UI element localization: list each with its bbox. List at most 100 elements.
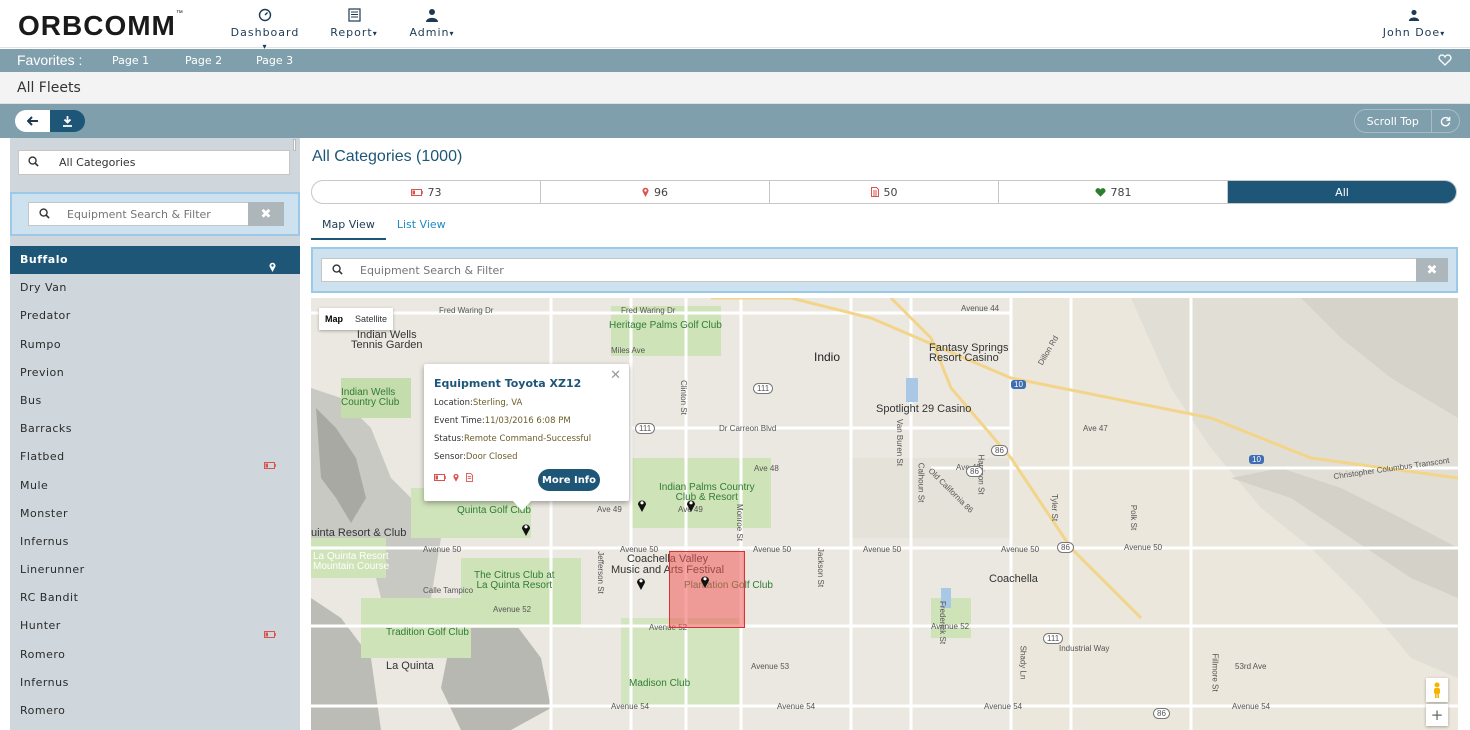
tab-location-alerts[interactable]: 96	[541, 181, 770, 203]
map-label: Avenue 50	[1124, 543, 1163, 552]
sidebar-resize-handle[interactable]	[293, 139, 296, 151]
sidebar-item-label: Predator	[20, 309, 71, 323]
view-tabs: Map View List View	[311, 214, 457, 240]
popup-status-value: Remote Command-Successful	[463, 434, 592, 444]
sidebar-item-linerunner[interactable]: Linerunner	[10, 556, 300, 584]
tab-map-view[interactable]: Map View	[311, 214, 386, 240]
equipment-marker-icon[interactable]	[637, 498, 647, 512]
heart-outline-icon[interactable]	[1438, 53, 1452, 67]
geofence-highlight[interactable]	[669, 551, 745, 628]
logo-text: ORBCOMM	[18, 10, 176, 41]
sidebar-item-label: Dry Van	[20, 281, 67, 295]
chevron-down-icon: ▾	[1440, 29, 1446, 38]
map-label: Avenue 44	[961, 304, 1000, 313]
map-equipment-search-input[interactable]	[360, 262, 960, 278]
more-info-button[interactable]: More Info	[538, 469, 600, 491]
sidebar-item-dry-van[interactable]: Dry Van	[10, 274, 300, 302]
popup-status-label: Status:	[434, 434, 464, 444]
map-marker-icon	[642, 187, 649, 197]
equipment-marker-icon[interactable]	[521, 522, 531, 536]
equipment-marker-icon[interactable]	[636, 576, 646, 590]
sidebar-clear-filter-button[interactable]: ✖	[248, 202, 284, 226]
sidebar-item-barracks[interactable]: Barracks	[10, 415, 300, 443]
favorite-page-2[interactable]: Page 2	[185, 54, 222, 67]
tab-document-alerts[interactable]: 50	[770, 181, 999, 203]
map-label: Van Buren St	[895, 419, 904, 466]
tab-healthy[interactable]: 781	[999, 181, 1228, 203]
nav-report[interactable]: Report▾	[330, 6, 378, 39]
admin-user-icon	[426, 9, 438, 22]
tab-list-view[interactable]: List View	[386, 214, 457, 240]
fleet-map[interactable]: Fred Waring Dr Fred Waring Dr Heritage P…	[311, 298, 1458, 730]
back-button[interactable]	[15, 110, 50, 132]
sidebar-equipment-search-input[interactable]	[67, 206, 247, 222]
map-label: Avenue 53	[751, 662, 790, 671]
user-avatar-icon	[1408, 9, 1420, 21]
favorite-page-1[interactable]: Page 1	[112, 54, 149, 67]
sidebar-item-romero[interactable]: Romero	[10, 641, 300, 669]
toolbar-left-group	[15, 110, 85, 132]
sidebar-item-flatbed[interactable]: Flatbed	[10, 443, 300, 471]
favorite-page-3[interactable]: Page 3	[256, 54, 293, 67]
map-label: Avenue 54	[611, 702, 650, 711]
equipment-marker-icon[interactable]	[700, 574, 710, 588]
map-label: Monroe St	[734, 504, 744, 541]
dashboard-gauge-icon	[258, 8, 272, 22]
status-filter-tabs: 73 96 50 781 All	[311, 180, 1457, 204]
report-document-icon	[347, 8, 361, 22]
sidebar-item-infernus[interactable]: Infernus	[10, 669, 300, 697]
download-button[interactable]	[50, 110, 85, 132]
map-label: Indian Palms Country Club & Resort	[659, 482, 755, 503]
map-label: Industrial Way	[1059, 644, 1110, 653]
nav-admin[interactable]: Admin▾	[408, 6, 456, 39]
close-icon[interactable]: ✕	[610, 368, 621, 383]
scroll-top-button[interactable]: Scroll Top	[1355, 110, 1432, 132]
sidebar-item-infernus[interactable]: Infernus	[10, 528, 300, 556]
map-type-satellite-button[interactable]: Satellite	[349, 308, 393, 330]
popup-event-time-row: Event Time:11/03/2016 6:08 PM	[434, 416, 571, 426]
tab-location-count: 96	[654, 185, 668, 199]
sidebar-filter-panel: ✖	[10, 192, 300, 236]
orbcomm-logo[interactable]: ORBCOMM™	[18, 10, 184, 42]
route-111-shield: 111	[753, 383, 774, 394]
refresh-icon	[1440, 116, 1451, 126]
sidebar-item-buffalo[interactable]: Buffalo	[10, 246, 300, 275]
sidebar-item-rumpo[interactable]: Rumpo	[10, 331, 300, 359]
map-label: Avenue 50	[423, 545, 462, 554]
street-view-pegman[interactable]	[1426, 678, 1448, 702]
map-type-map-button[interactable]: Map	[319, 308, 349, 330]
sidebar-item-monster[interactable]: Monster	[10, 500, 300, 528]
popup-status-row: Status:Remote Command-Successful	[434, 434, 591, 444]
sidebar-item-label: RC Bandit	[20, 591, 79, 605]
sidebar-item-rc-bandit[interactable]: RC Bandit	[10, 584, 300, 612]
sidebar-item-bus[interactable]: Bus	[10, 387, 300, 415]
arrow-left-icon	[26, 116, 38, 126]
sidebar-item-predator[interactable]: Predator	[10, 302, 300, 330]
nav-dashboard-label: Dashboard	[230, 26, 300, 39]
nav-dashboard[interactable]: Dashboard ▾	[228, 6, 302, 52]
map-label: Ave 49	[597, 505, 622, 514]
category-list: Buffalo Dry Van Predator Rumpo Previon Bus Bar…	[10, 246, 300, 725]
refresh-button[interactable]	[1432, 110, 1459, 132]
map-label: Coachella	[989, 573, 1038, 585]
tab-all[interactable]: All	[1228, 181, 1456, 203]
user-menu[interactable]: John Doe▾	[1378, 6, 1450, 39]
sidebar-item-hunter[interactable]: Hunter	[10, 612, 300, 640]
map-label: uinta Resort & Club	[311, 527, 407, 539]
user-name: John Doe	[1382, 26, 1441, 39]
sidebar-item-label: Flatbed	[20, 450, 65, 464]
map-label: Avenue 50	[1001, 545, 1040, 554]
map-label: La Quinta	[386, 660, 434, 672]
sidebar-item-mule[interactable]: Mule	[10, 472, 300, 500]
document-icon	[870, 187, 879, 197]
sidebar-item-romero[interactable]: Romero	[10, 697, 300, 725]
sidebar-item-previon[interactable]: Previon	[10, 359, 300, 387]
map-clear-filter-button[interactable]: ✖	[1416, 258, 1448, 282]
category-select[interactable]: All Categories	[18, 150, 290, 175]
map-label: Ave 47	[1083, 424, 1108, 433]
tab-battery-alerts[interactable]: 73	[312, 181, 541, 203]
zoom-in-button[interactable]: +	[1426, 704, 1448, 726]
map-filter-box: ✖	[321, 258, 1448, 282]
map-label: Calle Tampico	[423, 586, 474, 595]
equipment-marker-icon[interactable]	[686, 498, 696, 512]
